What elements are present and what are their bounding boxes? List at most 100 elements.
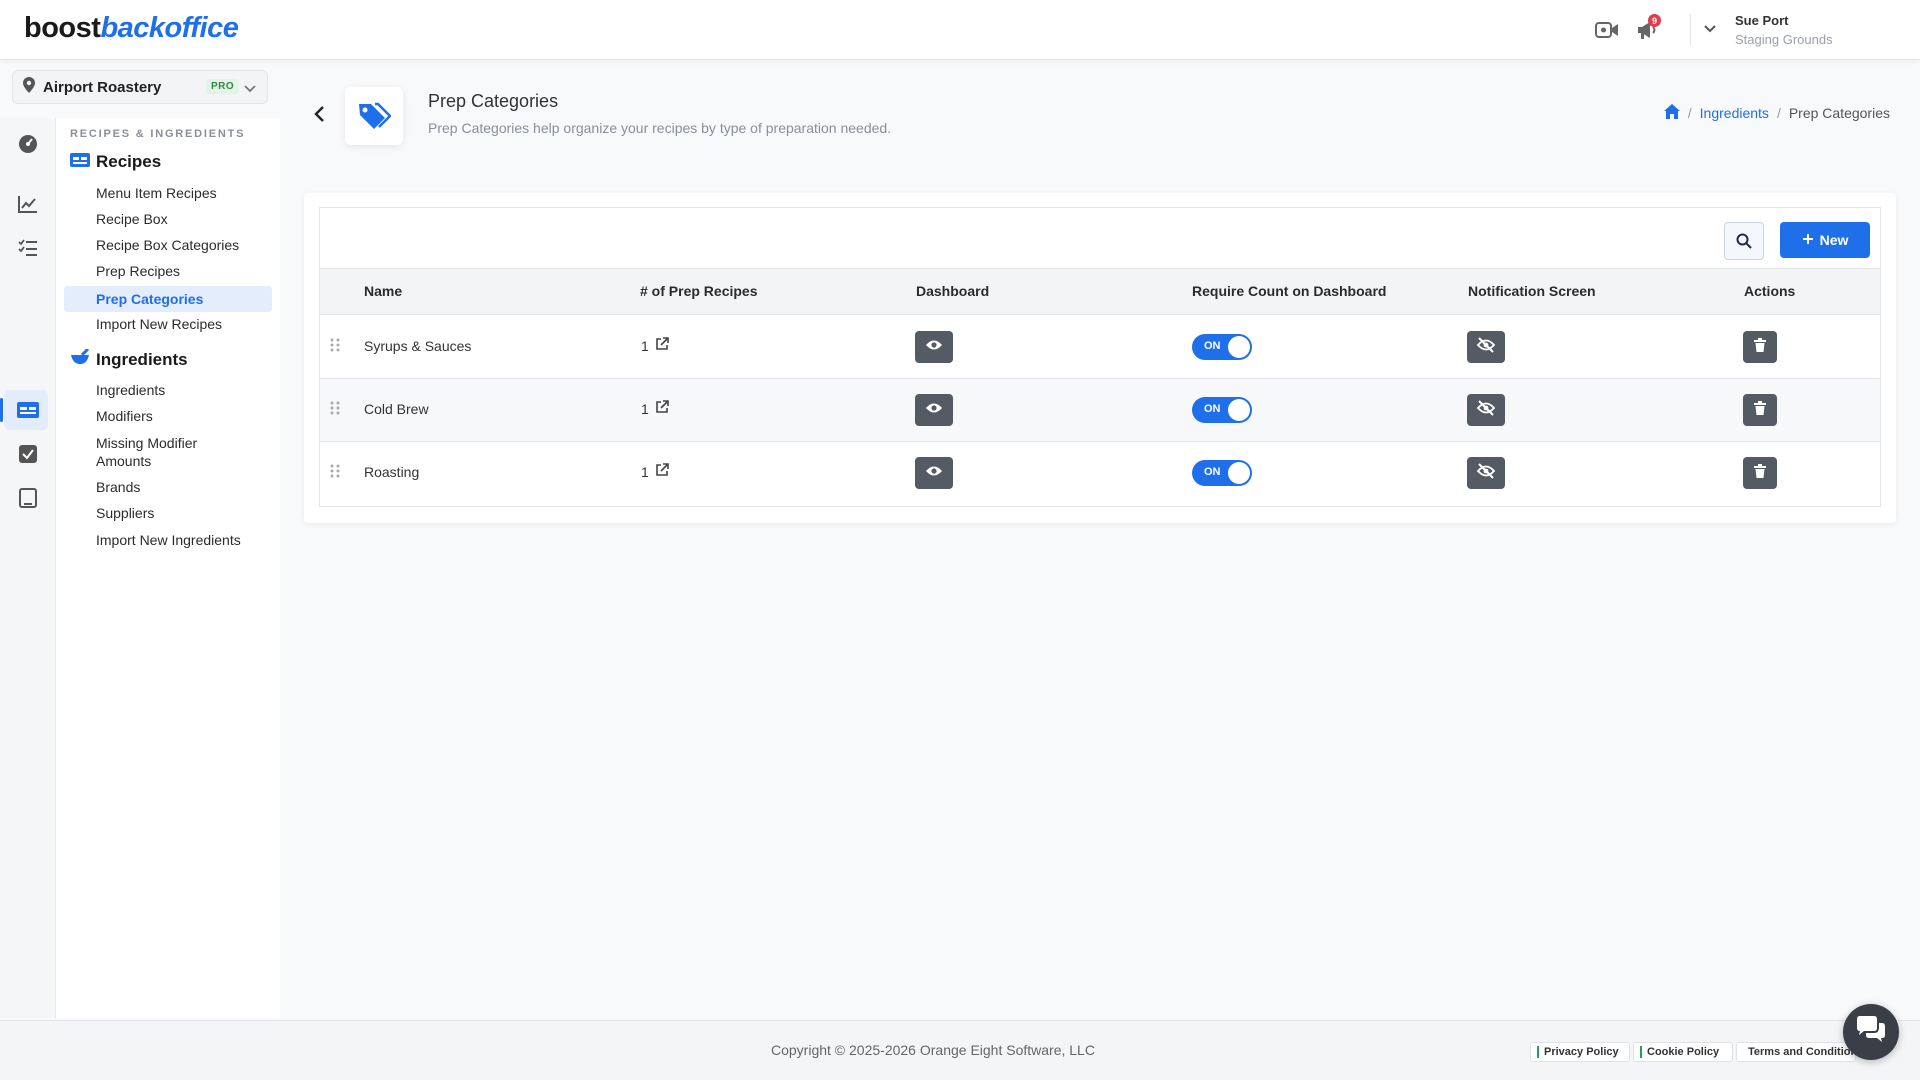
delete-button[interactable]: [1743, 331, 1777, 363]
plan-badge: PRO: [206, 79, 240, 94]
dashboard-view-button[interactable]: [915, 394, 953, 426]
delete-button[interactable]: [1743, 457, 1777, 489]
chat-bubbles-icon: [1855, 1015, 1887, 1049]
home-icon[interactable]: [1663, 104, 1680, 122]
new-button-label: New: [1819, 232, 1849, 248]
sidebar-item-import-new-ingredients[interactable]: Import New Ingredients: [96, 532, 241, 548]
chevron-down-icon[interactable]: [1702, 20, 1718, 41]
sidebar-item-modifiers[interactable]: Modifiers: [96, 408, 153, 424]
logo-part-backoffice: backoffice: [100, 12, 239, 44]
sidebar-item-ingredients[interactable]: Ingredients: [96, 382, 165, 398]
header-divider: [1690, 14, 1691, 46]
nav-group-recipes[interactable]: Recipes: [70, 152, 161, 172]
breadcrumb-ingredients-link[interactable]: Ingredients: [1700, 105, 1769, 121]
policy-bar-icon: [1640, 1046, 1642, 1058]
notification-screen-button[interactable]: [1467, 457, 1505, 489]
back-button[interactable]: [308, 102, 332, 126]
nav-group-label: Recipes: [96, 152, 162, 171]
delete-button[interactable]: [1743, 394, 1777, 426]
require-count-toggle[interactable]: ON: [1192, 460, 1252, 486]
drag-handle-icon[interactable]: [330, 401, 340, 420]
rail-active-marker: [0, 398, 3, 422]
trash-icon: [1754, 400, 1766, 420]
toggle-knob: [1228, 462, 1250, 484]
sidebar-item-prep-recipes[interactable]: Prep Recipes: [96, 263, 180, 279]
dashboard-view-button[interactable]: [915, 457, 953, 489]
user-name[interactable]: Sue Port: [1735, 13, 1788, 28]
section-heading: RECIPES & INGREDIENTS: [70, 128, 246, 140]
recipes-card-icon[interactable]: [16, 398, 40, 422]
brand-logo[interactable]: boostbackoffice: [24, 12, 239, 45]
sidebar-item-import-new-recipes[interactable]: Import New Recipes: [96, 316, 222, 332]
sidebar-item-suppliers[interactable]: Suppliers: [96, 505, 154, 521]
search-icon: [1736, 233, 1752, 249]
terms-and-conditions-link[interactable]: Terms and Conditions: [1736, 1042, 1856, 1062]
prep-categories-table: New Name # of Prep Recipes Dashboard Req…: [319, 207, 1881, 507]
eye-icon: [925, 338, 943, 356]
external-link-icon: [655, 463, 669, 480]
prep-categories-card: New Name # of Prep Recipes Dashboard Req…: [304, 193, 1896, 523]
drag-handle-icon[interactable]: [330, 338, 340, 357]
row-name: Roasting: [364, 464, 420, 480]
eye-slash-icon: [1476, 462, 1496, 484]
location-selector[interactable]: Airport Roastery PRO: [12, 70, 268, 104]
column-header-notification-screen[interactable]: Notification Screen: [1468, 283, 1596, 299]
toggle-knob: [1228, 336, 1250, 358]
cookie-policy-label: Cookie Policy: [1647, 1046, 1720, 1058]
sidebar-item-recipe-box-categories[interactable]: Recipe Box Categories: [96, 237, 239, 253]
dashboard-gauge-icon[interactable]: [16, 132, 40, 156]
copyright-text: Copyright © 2025-2026 Orange Eight Softw…: [771, 1042, 1095, 1058]
sidebar-item-brands[interactable]: Brands: [96, 479, 140, 495]
icon-rail: [0, 118, 56, 1018]
mortar-icon: [70, 347, 90, 370]
sidebar-nav: RECIPES & INGREDIENTS Recipes Menu Item …: [56, 118, 280, 1018]
column-header-prep-recipes[interactable]: # of Prep Recipes: [640, 283, 758, 299]
sidebar-item-prep-categories[interactable]: Prep Categories: [64, 286, 272, 312]
notification-screen-button[interactable]: [1467, 394, 1505, 426]
column-header-require-count[interactable]: Require Count on Dashboard: [1192, 283, 1386, 299]
plus-icon: [1802, 232, 1814, 248]
task-list-icon[interactable]: [16, 236, 40, 260]
checkbox-icon[interactable]: [16, 442, 40, 466]
breadcrumb-separator: /: [1687, 105, 1692, 121]
notification-screen-button[interactable]: [1467, 331, 1505, 363]
drag-handle-icon[interactable]: [330, 464, 340, 483]
breadcrumb: / Ingredients / Prep Categories: [1663, 104, 1890, 122]
terms-label: Terms and Conditions: [1748, 1046, 1856, 1058]
require-count-toggle[interactable]: ON: [1192, 334, 1252, 360]
new-button[interactable]: New: [1780, 222, 1870, 258]
prep-recipes-count-link[interactable]: 1: [641, 463, 669, 480]
sidebar-item-menu-item-recipes[interactable]: Menu Item Recipes: [96, 185, 217, 201]
cookie-policy-link[interactable]: Cookie Policy: [1633, 1042, 1733, 1062]
table-row: Cold Brew 1 ON: [320, 379, 1880, 442]
prep-recipes-count: 1: [641, 463, 649, 480]
logo-part-boost: boost: [24, 12, 101, 44]
notification-badge: 9: [1648, 14, 1661, 27]
sidebar-item-recipe-box[interactable]: Recipe Box: [96, 211, 168, 227]
table-header: Name # of Prep Recipes Dashboard Require…: [320, 268, 1880, 315]
sidebar-item-missing-modifier-amounts[interactable]: Missing Modifier Amounts: [96, 434, 226, 470]
page-title: Prep Categories: [428, 91, 559, 111]
prep-recipes-count-link[interactable]: 1: [641, 337, 669, 354]
search-button[interactable]: [1724, 222, 1764, 260]
toggle-label: ON: [1204, 340, 1221, 352]
prep-recipes-count-link[interactable]: 1: [641, 400, 669, 417]
trash-icon: [1754, 337, 1766, 357]
prep-recipes-count: 1: [641, 400, 649, 417]
video-icon[interactable]: [1594, 18, 1620, 42]
eye-icon: [925, 401, 943, 419]
column-header-name[interactable]: Name: [364, 283, 402, 299]
dashboard-view-button[interactable]: [915, 331, 953, 363]
breadcrumb-current: Prep Categories: [1788, 105, 1890, 121]
external-link-icon: [655, 337, 669, 354]
external-link-icon: [655, 400, 669, 417]
eye-slash-icon: [1476, 336, 1496, 358]
policy-bar-icon: [1537, 1046, 1539, 1058]
chat-button[interactable]: [1843, 1004, 1899, 1060]
nav-group-ingredients[interactable]: Ingredients: [70, 347, 188, 370]
column-header-dashboard[interactable]: Dashboard: [916, 283, 989, 299]
tablet-icon[interactable]: [16, 486, 40, 510]
require-count-toggle[interactable]: ON: [1192, 397, 1252, 423]
privacy-policy-link[interactable]: Privacy Policy: [1530, 1042, 1630, 1062]
chart-line-icon[interactable]: [16, 192, 40, 216]
